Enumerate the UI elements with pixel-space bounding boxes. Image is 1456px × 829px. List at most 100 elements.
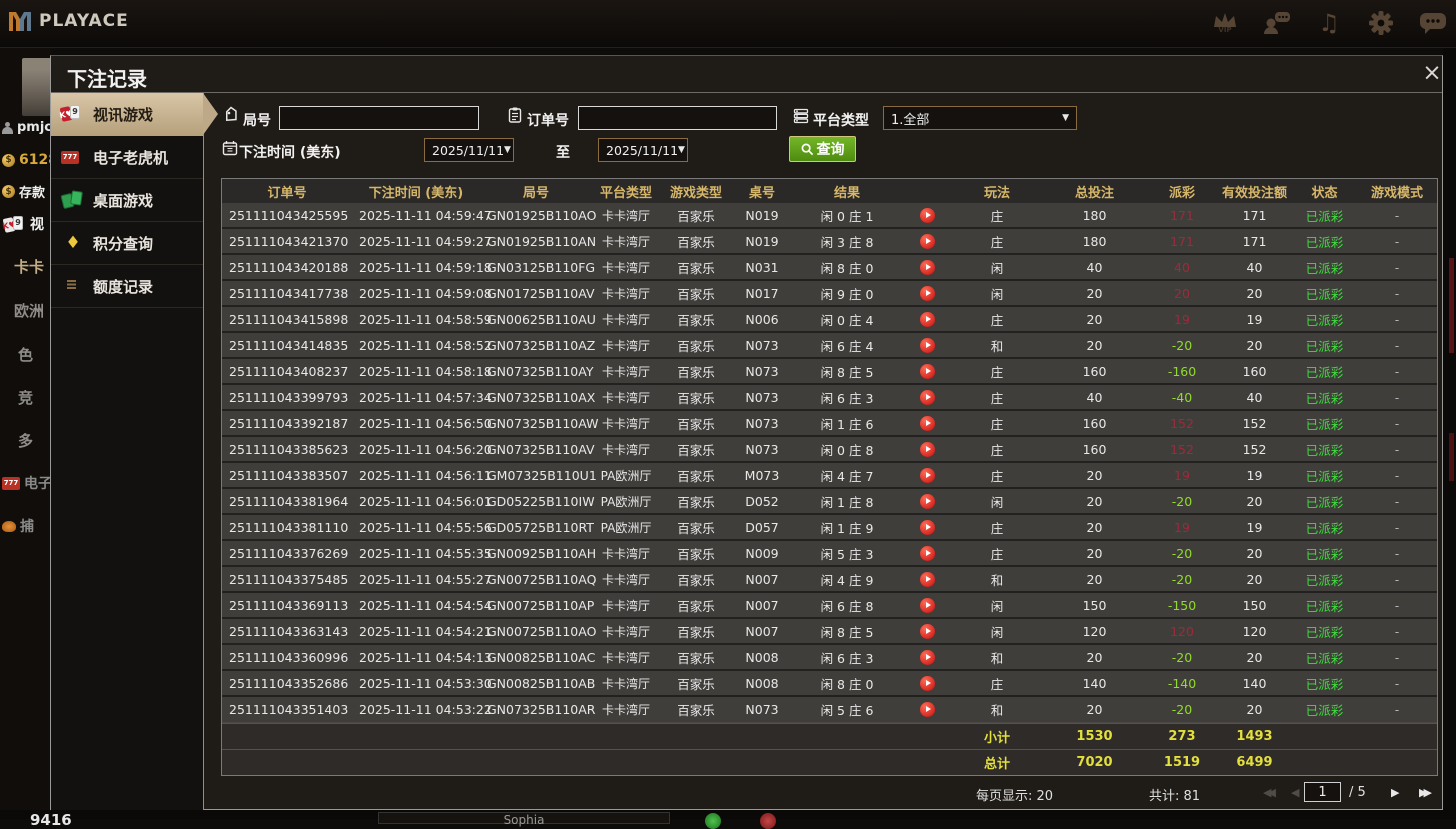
cell-table-number: N019 — [745, 207, 779, 223]
cell-order-number: 251111043421370 — [229, 233, 349, 249]
cell-total-bet: 20 — [1086, 493, 1103, 509]
cell-total-bet: 20 — [1086, 467, 1103, 483]
cell-status: 已派彩 — [1305, 364, 1344, 380]
play-result-button[interactable] — [919, 623, 935, 639]
play-result-button[interactable] — [919, 493, 935, 509]
platform-type-select[interactable]: 1.全部 ▼ — [883, 106, 1077, 130]
sidebar-item-table-games[interactable]: 桌面游戏 — [51, 179, 203, 222]
cell-game-mode: - — [1394, 623, 1400, 639]
cell-platform: 卡卡湾厅 — [601, 598, 650, 613]
play-result-button[interactable] — [919, 702, 935, 717]
play-result-button[interactable] — [919, 389, 935, 405]
cell-table-number: N073 — [745, 363, 779, 379]
cell-game-mode: - — [1394, 519, 1400, 535]
records-table: 订单号 下注时间 (美东) 局号 平台类型 游戏类型 桌号 结果 玩法 总投注 … — [221, 178, 1438, 776]
cell-status: 已派彩 — [1305, 650, 1344, 666]
magnifier-icon — [801, 143, 813, 155]
cell-game-type: 百家乐 — [677, 390, 715, 406]
cell-platform: 卡卡湾厅 — [601, 546, 650, 561]
table-row: 251111043392187 2025-11-11 04:56:50 GN07… — [222, 411, 1437, 437]
cell-payout: -160 — [1167, 363, 1197, 379]
cell-result: 闲 5 庄 3 — [820, 546, 874, 562]
cell-game-type: 百家乐 — [677, 494, 715, 510]
cell-payout: -20 — [1171, 571, 1193, 587]
play-result-button[interactable] — [919, 649, 935, 665]
date-to-value: 2025/11/11 — [606, 142, 679, 158]
play-result-button[interactable] — [919, 519, 935, 535]
play-result-button[interactable] — [919, 597, 935, 613]
cell-table-number: D057 — [745, 519, 779, 535]
cell-status: 已派彩 — [1305, 520, 1344, 536]
cell-bet-time: 2025-11-11 04:55:27 — [359, 571, 492, 587]
play-result-button[interactable] — [919, 285, 935, 301]
next-page-icon[interactable]: ▶ — [1391, 786, 1399, 799]
play-result-button[interactable] — [919, 337, 935, 353]
customer-service-icon[interactable] — [1262, 6, 1292, 40]
last-page-icon[interactable]: ▶▶ — [1419, 786, 1432, 799]
play-result-button[interactable] — [919, 441, 935, 457]
sidebar-item-slots[interactable]: 777 电子老虎机 — [51, 136, 203, 179]
background-lobby-item: 色 — [18, 346, 34, 364]
play-result-button[interactable] — [919, 571, 935, 587]
subtotal-payout: 273 — [1168, 729, 1196, 744]
round-number-input[interactable] — [279, 106, 479, 130]
table-row: 251111043376269 2025-11-11 04:55:35 GN00… — [222, 541, 1437, 567]
cell-valid-bet: 171 — [1242, 207, 1267, 223]
sidebar-item-points-query[interactable]: ♦ 积分查询 — [51, 222, 203, 265]
date-from-picker[interactable]: 2025/11/11 ▼ — [424, 138, 514, 162]
play-result-button[interactable] — [919, 311, 935, 327]
page-number-input[interactable] — [1304, 782, 1341, 802]
cell-game-type: 百家乐 — [677, 442, 715, 458]
cell-round-number: GN07325B110AX — [487, 389, 596, 405]
play-result-button[interactable] — [919, 467, 935, 483]
column-header: 平台类型 — [599, 185, 652, 201]
order-number-input[interactable] — [578, 106, 777, 130]
prev-page-icon[interactable]: ◀ — [1291, 786, 1299, 799]
play-result-button[interactable] — [919, 259, 935, 275]
cell-valid-bet: 120 — [1242, 623, 1267, 639]
cell-game-mode: - — [1394, 285, 1400, 301]
per-page-label: 每页显示: 20 — [976, 789, 1054, 804]
cell-result: 闲 6 庄 3 — [820, 390, 874, 406]
cell-valid-bet: 152 — [1242, 415, 1267, 431]
chat-bubble-icon[interactable] — [1418, 6, 1448, 40]
table-row: 251111043360996 2025-11-11 04:54:13 GN00… — [222, 645, 1437, 671]
table-row: 251111043381110 2025-11-11 04:55:56 GD05… — [222, 515, 1437, 541]
cell-play-type: 庄 — [990, 208, 1004, 224]
table-row: 251111043421370 2025-11-11 04:59:27 GN01… — [222, 229, 1437, 255]
cell-result: 闲 5 庄 6 — [820, 703, 874, 718]
cell-bet-time: 2025-11-11 04:56:20 — [359, 441, 492, 457]
table-row: 251111043385623 2025-11-11 04:56:20 GN07… — [222, 437, 1437, 463]
play-result-button[interactable] — [919, 363, 935, 379]
first-page-icon[interactable]: ◀◀ — [1263, 786, 1276, 799]
vip-icon[interactable]: VIP — [1210, 6, 1240, 40]
cell-game-mode: - — [1394, 233, 1400, 249]
settings-gear-icon[interactable] — [1366, 6, 1396, 40]
cell-payout: -150 — [1167, 597, 1197, 613]
search-button[interactable]: 查询 — [789, 136, 856, 162]
music-icon[interactable]: ♫ — [1314, 6, 1344, 40]
table-row: 251111043375485 2025-11-11 04:55:27 GN00… — [222, 567, 1437, 593]
cell-valid-bet: 150 — [1242, 597, 1267, 613]
cell-valid-bet: 19 — [1246, 467, 1263, 483]
play-result-button[interactable] — [919, 233, 935, 249]
playace-logo[interactable]: PLAYACE — [8, 10, 129, 32]
cell-valid-bet: 20 — [1246, 545, 1263, 561]
cell-game-mode: - — [1394, 467, 1400, 483]
date-to-picker[interactable]: 2025/11/11 ▼ — [598, 138, 688, 162]
close-icon[interactable]: × — [1419, 59, 1445, 87]
cell-play-type: 庄 — [990, 546, 1004, 562]
cell-payout: 171 — [1170, 207, 1194, 223]
table-row: 251111043415898 2025-11-11 04:58:59 GN00… — [222, 307, 1437, 333]
play-result-button[interactable] — [919, 207, 935, 223]
cell-platform: 卡卡湾厅 — [601, 208, 650, 223]
sidebar-item-quota-records[interactable]: 额度记录 — [51, 265, 203, 308]
play-result-button[interactable] — [919, 545, 935, 561]
sidebar-item-video-games[interactable]: K♥ 9 视讯游戏 — [51, 93, 218, 136]
diamond-icon: ♦ — [65, 233, 81, 253]
cell-order-number: 251111043376269 — [229, 545, 349, 561]
play-result-button[interactable] — [919, 675, 935, 691]
cell-status: 已派彩 — [1305, 208, 1344, 224]
play-result-button[interactable] — [919, 415, 935, 431]
cell-game-mode: - — [1394, 259, 1400, 275]
